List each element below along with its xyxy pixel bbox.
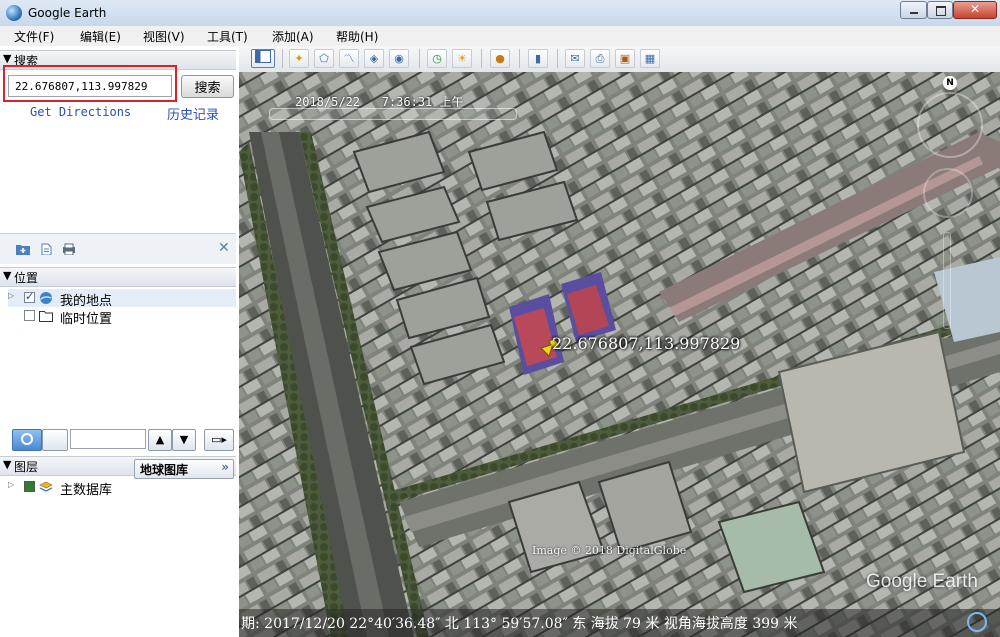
toolbar-separator [481, 49, 482, 68]
window-title: Google Earth [28, 6, 107, 20]
earth-3d-view[interactable]: 2018/5/22 7:36:31 上午 22.676807,113.99782… [239, 72, 1000, 637]
toolbar-separator [419, 49, 420, 68]
places-item-label: 临时位置 [60, 312, 113, 327]
status-coordinates: 期: 2017/12/20 22°40′36.48″ 北 113° 59′57.… [241, 616, 798, 632]
status-bar: 期: 2017/12/20 22°40′36.48″ 北 113° 59′57.… [239, 609, 1000, 637]
historical-imagery-icon[interactable]: ◷ [427, 49, 447, 68]
print-icon[interactable]: ⎙ [590, 49, 610, 68]
imagery-timestamp: 2018/5/22 7:36:31 上午 [295, 95, 464, 109]
streaming-indicator-icon [967, 612, 987, 632]
move-up-arrow-icon[interactable]: ▲ [148, 429, 172, 451]
google-earth-window: Google Earth 文件(F) 编辑(E) 视图(V) 工具(T) 添加(… [0, 0, 1000, 637]
places-filter-field[interactable] [70, 429, 146, 449]
places-section-header[interactable]: ▼ 位置 [0, 267, 236, 287]
toolbar-separator [282, 49, 283, 68]
collapse-triangle-icon: ▼ [3, 269, 12, 282]
places-navigation-bar: ▲ ▼ ▭▸ [8, 429, 238, 455]
save-image-icon[interactable]: ▣ [615, 49, 635, 68]
sunlight-icon[interactable]: ☀ [452, 49, 472, 68]
collapse-triangle-icon: ▼ [3, 458, 12, 471]
view-in-maps-icon[interactable]: ▦ [640, 49, 660, 68]
folder-menu-icon[interactable]: ▭▸ [204, 429, 234, 451]
panel-toggle-button[interactable] [42, 429, 68, 451]
folder-icon [39, 311, 53, 322]
google-earth-watermark: Google Earth [866, 571, 978, 592]
copy-icon[interactable] [40, 243, 54, 255]
menu-bar: 文件(F) 编辑(E) 视图(V) 工具(T) 添加(A) 帮助(H) [0, 26, 1000, 46]
menu-add[interactable]: 添加(A) [272, 28, 314, 45]
map-toolbar: ✦ ⬠ 〽 ◈ ◉ ◷ ☀ ● ▮ ✉ ⎙ ▣ ▦ [239, 46, 1000, 73]
layers-stack-icon [39, 481, 53, 492]
compass-north-icon[interactable]: N [943, 76, 957, 90]
menu-file[interactable]: 文件(F) [14, 28, 54, 45]
layers-section-header[interactable]: ▼ 图层 地球图库 » [0, 456, 236, 479]
get-directions-link[interactable]: Get Directions [30, 105, 131, 119]
menu-view[interactable]: 视图(V) [143, 28, 185, 45]
add-path-icon[interactable]: 〽 [339, 49, 359, 68]
sidebar: ▼ 搜索 搜索 Get Directions 历史记录 ✕ ▼ 位置 ▷ 我的地… [0, 46, 239, 637]
move-down-arrow-icon[interactable]: ▼ [172, 429, 196, 451]
places-item-my-places[interactable]: ▷ 我的地点 [8, 289, 236, 309]
my-places-checkbox[interactable] [24, 290, 35, 303]
menu-help[interactable]: 帮助(H) [336, 28, 378, 45]
navigation-compass[interactable] [917, 92, 983, 158]
toolbar-separator [519, 49, 520, 68]
close-button[interactable] [953, 1, 997, 19]
close-panel-icon[interactable]: ✕ [218, 240, 230, 256]
pan-control[interactable] [923, 168, 973, 218]
toolbar-separator [557, 49, 558, 68]
layers-item-primary-database[interactable]: ▷ 主数据库 [8, 478, 236, 498]
sidebar-toggle-icon[interactable] [251, 49, 275, 68]
expand-arrow-icon[interactable]: ▷ [8, 480, 15, 489]
earth-gallery-button[interactable]: 地球图库 » [134, 459, 234, 479]
title-bar: Google Earth [0, 0, 1000, 26]
minimize-button[interactable] [900, 1, 927, 19]
database-checkbox[interactable] [24, 481, 35, 492]
switch-planet-icon[interactable]: ● [490, 49, 510, 68]
add-placemark-icon[interactable]: ✦ [289, 49, 309, 68]
record-tour-icon[interactable]: ◉ [389, 49, 409, 68]
ruler-icon[interactable]: ▮ [528, 49, 548, 68]
maximize-button[interactable] [927, 1, 953, 19]
search-button[interactable]: 搜索 [181, 75, 234, 98]
search-highlight-box [3, 65, 177, 102]
menu-edit[interactable]: 编辑(E) [80, 28, 121, 45]
image-credit: Image © 2018 DigitalGlobe [532, 544, 687, 557]
chevron-right-icon: » [221, 460, 229, 474]
google-earth-logo-icon [6, 5, 22, 21]
search-places-button[interactable] [12, 429, 42, 451]
placemark-label[interactable]: 22.676807,113.997829 [552, 334, 740, 353]
layers-section-label: 图层 [14, 460, 39, 474]
print-icon[interactable] [62, 243, 76, 255]
email-icon[interactable]: ✉ [565, 49, 585, 68]
places-section-label: 位置 [14, 271, 39, 285]
layers-item-label: 主数据库 [60, 483, 113, 498]
expand-arrow-icon[interactable]: ▷ [8, 291, 15, 300]
add-folder-icon[interactable] [16, 243, 30, 255]
temporary-places-checkbox[interactable] [24, 310, 35, 321]
menu-tools[interactable]: 工具(T) [207, 28, 248, 45]
add-polygon-icon[interactable]: ⬠ [314, 49, 334, 68]
collapse-triangle-icon: ▼ [3, 52, 12, 65]
zoom-slider[interactable] [943, 232, 951, 329]
earth-places-icon [40, 292, 52, 304]
places-item-temporary[interactable]: 临时位置 [8, 307, 236, 327]
earth-gallery-label: 地球图库 [140, 463, 189, 477]
places-toolbar: ✕ [0, 233, 236, 264]
search-results-pane [4, 120, 234, 232]
image-overlay-icon[interactable]: ◈ [364, 49, 384, 68]
